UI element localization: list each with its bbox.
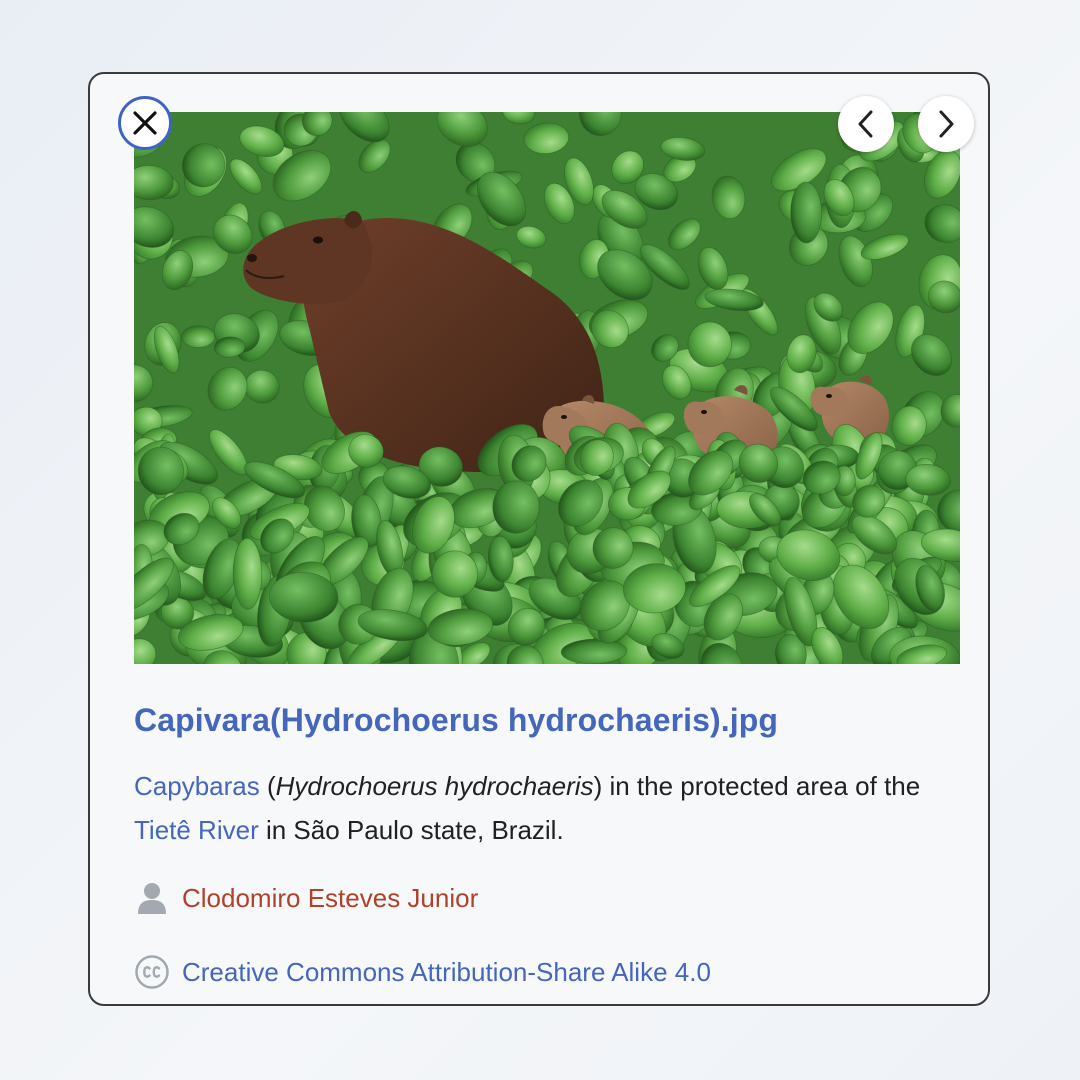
caption-text-1: ( (259, 771, 276, 801)
close-icon (133, 111, 157, 135)
license-link[interactable]: Creative Commons Attribution-Share Alike… (182, 957, 711, 988)
author-link[interactable]: Clodomiro Esteves Junior (182, 883, 478, 914)
capybaras-link[interactable]: Capybaras (134, 771, 260, 801)
user-icon (134, 880, 170, 916)
photo-image (134, 112, 960, 664)
chevron-right-icon (939, 110, 954, 138)
chevron-left-icon (858, 110, 873, 138)
capybara-photo[interactable] (134, 112, 960, 664)
creative-commons-icon (134, 954, 170, 990)
caption-scientific-name: Hydrochoerus hydrochaeris (275, 771, 594, 801)
tiete-river-link[interactable]: Tietê River (134, 815, 259, 845)
caption-text-3: in São Paulo state, Brazil. (258, 815, 564, 845)
image-caption: Capybaras (Hydrochoerus hydrochaeris) in… (134, 764, 954, 852)
license-row: Creative Commons Attribution-Share Alike… (134, 954, 711, 990)
previous-image-button[interactable] (838, 96, 894, 152)
next-image-button[interactable] (918, 96, 974, 152)
media-viewer-card: Capivara(Hydrochoerus hydrochaeris).jpg … (88, 72, 990, 1006)
close-button[interactable] (118, 96, 172, 150)
file-title-link[interactable]: Capivara(Hydrochoerus hydrochaeris).jpg (134, 702, 778, 739)
caption-text-2: ) in the protected area of the (593, 771, 921, 801)
author-row: Clodomiro Esteves Junior (134, 880, 478, 916)
